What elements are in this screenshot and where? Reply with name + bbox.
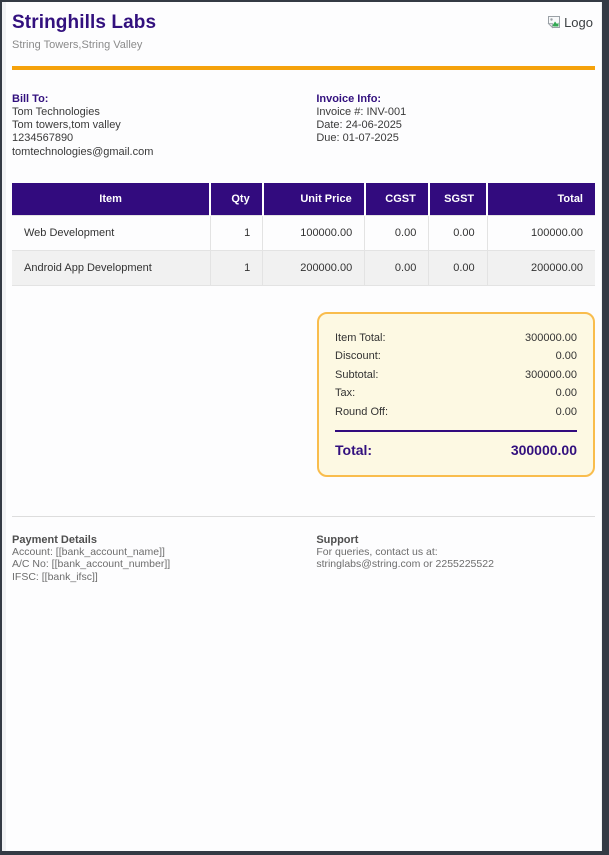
cell-total: 200000.00 <box>487 250 595 285</box>
cell-item: Android App Development <box>12 250 210 285</box>
cell-item: Web Development <box>12 215 210 250</box>
bill-to-address: Tom towers,tom valley <box>12 119 316 132</box>
cell-total: 100000.00 <box>487 215 595 250</box>
support-block: Support For queries, contact us at: stri… <box>316 534 595 583</box>
payment-account-line: Account: [[bank_account_name]] <box>12 546 316 558</box>
summary-label: Tax: <box>335 387 355 399</box>
summary-value: 0.00 <box>556 387 577 399</box>
bill-to-name: Tom Technologies <box>12 106 316 119</box>
summary-divider <box>335 430 577 432</box>
summary-box: Item Total: 300000.00 Discount: 0.00 Sub… <box>317 312 595 477</box>
payment-ifsc-line: IFSC: [[bank_ifsc]] <box>12 571 316 583</box>
parties-section: Bill To: Tom Technologies Tom towers,tom… <box>12 93 595 159</box>
summary-value: 0.00 <box>556 350 577 362</box>
summary-label: Discount: <box>335 350 381 362</box>
company-address: String Towers,String Valley <box>12 39 156 51</box>
invoice-date: Date: 24-06-2025 <box>316 119 595 132</box>
invoice-page: Stringhills Labs String Towers,String Va… <box>6 2 601 851</box>
cell-qty: 1 <box>210 250 262 285</box>
broken-image-icon <box>546 14 562 30</box>
summary-row-round-off: Round Off: 0.00 <box>335 402 577 420</box>
cell-cgst: 0.00 <box>365 215 429 250</box>
cell-sgst: 0.00 <box>429 250 487 285</box>
summary-row-item-total: Item Total: 300000.00 <box>335 329 577 347</box>
item-row: Android App Development 1 200000.00 0.00… <box>12 250 595 285</box>
cell-unit-price: 200000.00 <box>263 250 365 285</box>
invoice-footer: Payment Details Account: [[bank_account_… <box>12 534 595 583</box>
invoice-info-heading: Invoice Info: <box>316 93 595 106</box>
logo-alt-text: Logo <box>564 15 593 30</box>
grand-total-label: Total: <box>335 442 372 458</box>
support-line-1: For queries, contact us at: <box>316 546 595 558</box>
col-header-qty: Qty <box>210 183 262 216</box>
bill-to-phone: 1234567890 <box>12 132 316 145</box>
payment-details-heading: Payment Details <box>12 534 316 547</box>
summary-value: 0.00 <box>556 406 577 418</box>
header-accent-rule <box>12 66 595 70</box>
support-line-2: stringlabs@string.com or 2255225522 <box>316 558 595 570</box>
col-header-total: Total <box>487 183 595 216</box>
bill-to-block: Bill To: Tom Technologies Tom towers,tom… <box>12 93 316 159</box>
grand-total-value: 300000.00 <box>511 442 577 458</box>
summary-row-subtotal: Subtotal: 300000.00 <box>335 366 577 384</box>
summary-value: 300000.00 <box>525 332 577 344</box>
items-table-header-row: Item Qty Unit Price CGST SGST Total <box>12 183 595 216</box>
company-name: Stringhills Labs <box>12 12 156 34</box>
summary-value: 300000.00 <box>525 369 577 381</box>
summary-row-discount: Discount: 0.00 <box>335 347 577 365</box>
cell-cgst: 0.00 <box>365 250 429 285</box>
footer-divider <box>12 516 595 517</box>
summary-row-tax: Tax: 0.00 <box>335 384 577 402</box>
invoice-info-block: Invoice Info: Invoice #: INV-001 Date: 2… <box>316 93 595 159</box>
summary-label: Item Total: <box>335 332 386 344</box>
payment-acno-line: A/C No: [[bank_account_number]] <box>12 558 316 570</box>
invoice-due-date: Due: 01-07-2025 <box>316 132 595 145</box>
payment-details-block: Payment Details Account: [[bank_account_… <box>12 534 316 583</box>
logo: Logo <box>546 14 595 30</box>
invoice-header: Stringhills Labs String Towers,String Va… <box>12 12 595 51</box>
browser-frame: Stringhills Labs String Towers,String Va… <box>0 0 609 855</box>
bill-to-email: tomtechnologies@gmail.com <box>12 146 316 159</box>
col-header-item: Item <box>12 183 210 216</box>
summary-label: Round Off: <box>335 406 388 418</box>
company-block: Stringhills Labs String Towers,String Va… <box>12 12 156 51</box>
cell-unit-price: 100000.00 <box>263 215 365 250</box>
cell-qty: 1 <box>210 215 262 250</box>
cell-sgst: 0.00 <box>429 215 487 250</box>
invoice-number: Invoice #: INV-001 <box>316 106 595 119</box>
bill-to-heading: Bill To: <box>12 93 316 106</box>
item-row: Web Development 1 100000.00 0.00 0.00 10… <box>12 215 595 250</box>
items-table: Item Qty Unit Price CGST SGST Total Web … <box>12 183 595 286</box>
summary-label: Subtotal: <box>335 369 378 381</box>
col-header-cgst: CGST <box>365 183 429 216</box>
support-heading: Support <box>316 534 595 547</box>
col-header-sgst: SGST <box>429 183 487 216</box>
grand-total-row: Total: 300000.00 <box>335 442 577 458</box>
col-header-unit-price: Unit Price <box>263 183 365 216</box>
